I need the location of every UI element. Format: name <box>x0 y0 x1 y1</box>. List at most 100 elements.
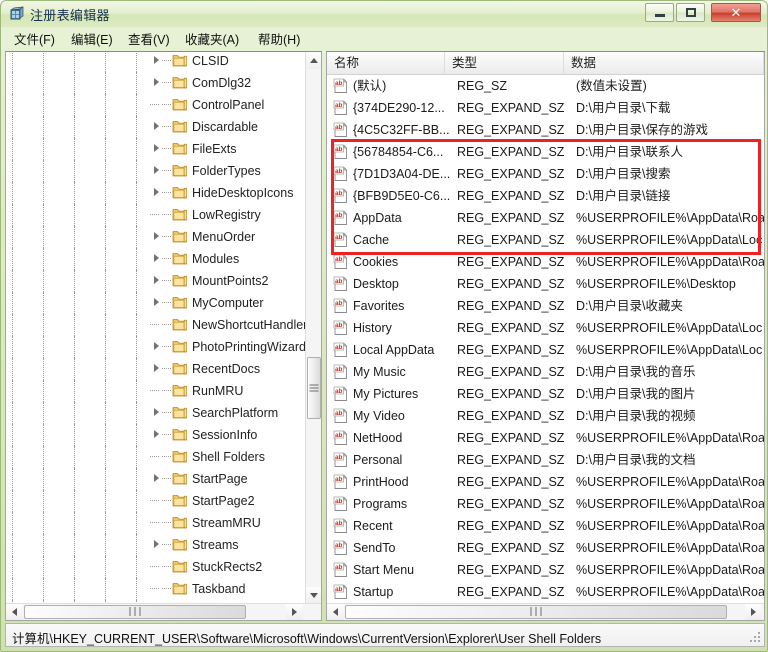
tree-item-mountpoints2[interactable]: MountPoints2 <box>6 270 306 292</box>
registry-value-row[interactable]: ab {374DE290-12... REG_EXPAND_SZ D:\用户目录\下载 <box>327 97 764 119</box>
tree-item-fileexts[interactable]: FileExts <box>6 138 306 160</box>
registry-value-row[interactable]: ab Personal REG_EXPAND_SZ D:\用户目录\我的文档 <box>327 449 764 471</box>
close-button[interactable]: ✕ <box>711 3 761 22</box>
tree-hscroll-thumb[interactable] <box>24 605 246 619</box>
registry-value-row[interactable]: ab Startup REG_EXPAND_SZ %USERPROFILE%\AppD… <box>327 581 764 603</box>
title-bar[interactable]: 注册表编辑器 ✕ <box>1 1 767 27</box>
cell-type: REG_EXPAND_SZ <box>457 387 565 401</box>
tree-item-photoprintingwizard[interactable]: PhotoPrintingWizard <box>6 336 306 358</box>
registry-value-row[interactable]: ab Favorites REG_EXPAND_SZ D:\用户目录\收藏夹 <box>327 295 764 317</box>
tree-expander-icon[interactable] <box>152 430 161 439</box>
tree-expander-icon[interactable] <box>152 540 161 549</box>
registry-value-row[interactable]: ab {BFB9D5E0-C6... REG_EXPAND_SZ D:\用户目录\链接 <box>327 185 764 207</box>
tree-expander-icon[interactable] <box>152 232 161 241</box>
registry-value-row[interactable]: ab Start Menu REG_EXPAND_SZ %USERPROFILE%\A… <box>327 559 764 581</box>
tree-item-sessioninfo[interactable]: SessionInfo <box>6 424 306 446</box>
tree-expander-icon[interactable] <box>152 474 161 483</box>
tree-expander-icon[interactable] <box>152 364 161 373</box>
tree-expander-icon[interactable] <box>152 122 161 131</box>
tree-item-stuckrects2[interactable]: StuckRects2 <box>6 556 306 578</box>
tree-leaf-connector <box>162 434 171 435</box>
menu-item-2[interactable]: 查看(V) <box>124 31 174 49</box>
tree-vertical-scrollbar[interactable] <box>305 52 321 604</box>
tree-hscroll-left-button[interactable] <box>6 604 23 620</box>
tree-expander-icon[interactable] <box>152 298 161 307</box>
tree-expander-icon[interactable] <box>152 56 161 65</box>
tree-scroll-thumb[interactable] <box>307 357 321 419</box>
resize-grip-icon[interactable] <box>750 632 762 644</box>
tree-item-startpage[interactable]: StartPage <box>6 468 306 490</box>
tree-expander-icon[interactable] <box>152 166 161 175</box>
tree-expander-icon[interactable] <box>152 276 161 285</box>
tree-item-recentdocs[interactable]: RecentDocs <box>6 358 306 380</box>
registry-value-row[interactable]: ab Cache REG_EXPAND_SZ %USERPROFILE%\AppDat… <box>327 229 764 251</box>
tree-item-newshortcuthandlers[interactable]: NewShortcutHandlers <box>6 314 306 336</box>
cell-data: %USERPROFILE%\AppData\Roa <box>576 497 764 511</box>
menu-item-1[interactable]: 编辑(E) <box>67 31 117 49</box>
registry-value-row[interactable]: ab My Pictures REG_EXPAND_SZ D:\用户目录\我的图片 <box>327 383 764 405</box>
column-header-1[interactable]: 类型 <box>445 52 564 74</box>
menu-item-3[interactable]: 收藏夹(A) <box>181 31 243 49</box>
column-header-2[interactable]: 数据 <box>564 52 764 74</box>
tree-expander-icon[interactable] <box>152 188 161 197</box>
registry-value-row[interactable]: ab (默认) REG_SZ (数值未设置) <box>327 75 764 97</box>
tree-expander-icon[interactable] <box>152 408 161 417</box>
registry-value-row[interactable]: ab Recent REG_EXPAND_SZ %USERPROFILE%\AppDa… <box>327 515 764 537</box>
tree-item-streammru[interactable]: StreamMRU <box>6 512 306 534</box>
registry-value-row[interactable]: ab Desktop REG_EXPAND_SZ %USERPROFILE%\Desk… <box>327 273 764 295</box>
tree-item-searchplatform[interactable]: SearchPlatform <box>6 402 306 424</box>
registry-value-row[interactable]: ab SendTo REG_EXPAND_SZ %USERPROFILE%\AppDa… <box>327 537 764 559</box>
tree-item-clsid[interactable]: CLSID <box>6 52 306 72</box>
list-hscroll-left-button[interactable] <box>327 604 344 620</box>
tree-item-hidedesktopicons[interactable]: HideDesktopIcons <box>6 182 306 204</box>
registry-value-row[interactable]: ab Local AppData REG_EXPAND_SZ %USERPROFILE… <box>327 339 764 361</box>
tree-item-mycomputer[interactable]: MyComputer <box>6 292 306 314</box>
tree-indent-guide <box>74 556 75 578</box>
list-hscroll-right-button[interactable] <box>745 604 762 620</box>
tree-scroll-up-button[interactable] <box>306 52 321 69</box>
svg-text:ab: ab <box>335 388 343 395</box>
registry-value-row[interactable]: ab My Music REG_EXPAND_SZ D:\用户目录\我的音乐 <box>327 361 764 383</box>
registry-value-row[interactable]: ab NetHood REG_EXPAND_SZ %USERPROFILE%\AppD… <box>327 427 764 449</box>
registry-values-panel[interactable]: 名称 类型 数据 ab (默认) REG_SZ (数值未设置) ab {374DE290-12… <box>326 51 765 621</box>
list-hscroll-thumb[interactable] <box>345 605 727 619</box>
registry-value-row[interactable]: ab {7D1D3A04-DE... REG_EXPAND_SZ D:\用户目录\搜索 <box>327 163 764 185</box>
tree-expander-icon[interactable] <box>152 78 161 87</box>
menu-item-4[interactable]: 帮助(H) <box>254 31 304 49</box>
tree-item-taskband[interactable]: Taskband <box>6 578 306 600</box>
maximize-button[interactable] <box>676 3 705 22</box>
menu-item-0[interactable]: 文件(F) <box>10 31 59 49</box>
registry-value-row[interactable]: ab {56784854-C6... REG_EXPAND_SZ D:\用户目录\联系… <box>327 141 764 163</box>
cell-name: {4C5C32FF-BB... <box>353 123 450 137</box>
tree-item-menuorder[interactable]: MenuOrder <box>6 226 306 248</box>
registry-tree-panel[interactable]: CLSID ComDlg32 ControlPanel Discardable File… <box>5 51 322 621</box>
folder-icon <box>172 119 188 134</box>
tree-item-streams[interactable]: Streams <box>6 534 306 556</box>
tree-horizontal-scrollbar[interactable] <box>6 603 321 620</box>
tree-item-discardable[interactable]: Discardable <box>6 116 306 138</box>
tree-item-comdlg32[interactable]: ComDlg32 <box>6 72 306 94</box>
registry-value-row[interactable]: ab Cookies REG_EXPAND_SZ %USERPROFILE%\AppD… <box>327 251 764 273</box>
column-header-0[interactable]: 名称 <box>327 52 445 74</box>
tree-item-shell-folders[interactable]: Shell Folders <box>6 446 306 468</box>
tree-item-lowregistry[interactable]: LowRegistry <box>6 204 306 226</box>
tree-hscroll-right-button[interactable] <box>286 604 303 620</box>
tree-expander-icon[interactable] <box>152 342 161 351</box>
tree-item-runmru[interactable]: RunMRU <box>6 380 306 402</box>
registry-value-row[interactable]: ab AppData REG_EXPAND_SZ %USERPROFILE%\AppD… <box>327 207 764 229</box>
list-horizontal-scrollbar[interactable] <box>327 603 764 620</box>
tree-item-controlpanel[interactable]: ControlPanel <box>6 94 306 116</box>
tree-expander-icon[interactable] <box>152 144 161 153</box>
registry-value-row[interactable]: ab History REG_EXPAND_SZ %USERPROFILE%\AppD… <box>327 317 764 339</box>
registry-value-row[interactable]: ab PrintHood REG_EXPAND_SZ %USERPROFILE%\Ap… <box>327 471 764 493</box>
tree-expander-icon[interactable] <box>152 254 161 263</box>
tree-item-startpage2[interactable]: StartPage2 <box>6 490 306 512</box>
registry-value-row[interactable]: ab Programs REG_EXPAND_SZ %USERPROFILE%\App… <box>327 493 764 515</box>
minimize-button[interactable] <box>645 3 674 22</box>
tree-item-label: SessionInfo <box>192 428 258 442</box>
registry-value-row[interactable]: ab {4C5C32FF-BB... REG_EXPAND_SZ D:\用户目录\保存… <box>327 119 764 141</box>
tree-scroll-down-button[interactable] <box>306 587 321 604</box>
tree-item-foldertypes[interactable]: FolderTypes <box>6 160 306 182</box>
registry-value-row[interactable]: ab My Video REG_EXPAND_SZ D:\用户目录\我的视频 <box>327 405 764 427</box>
tree-item-modules[interactable]: Modules <box>6 248 306 270</box>
